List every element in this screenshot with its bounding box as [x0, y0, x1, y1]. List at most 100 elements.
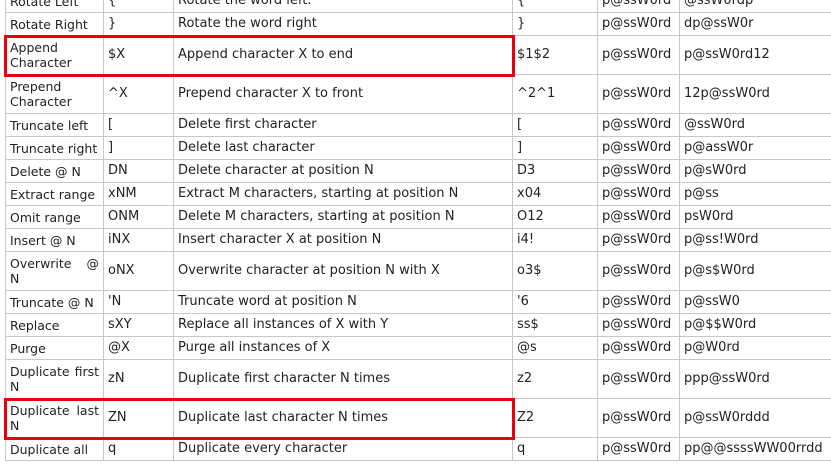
cell-example-rule: @s [512, 336, 598, 360]
cell-example-rule: } [512, 12, 598, 36]
cell-input-word: p@ssW0rd [597, 228, 680, 252]
cell-rule: sXY [103, 313, 174, 337]
cell-description: Replace all instances of X with Y [173, 313, 513, 337]
cell-description: Duplicate every character [173, 437, 513, 461]
cell-input-word: p@ssW0rd [597, 437, 680, 461]
cell-rule: xNM [103, 182, 174, 206]
cell-example-rule: Z2 [512, 398, 598, 438]
cell-description: Delete last character [173, 136, 513, 160]
cell-example-rule: [ [512, 113, 598, 137]
cell-rule: { [103, 0, 174, 13]
table-row: Truncate left [ Delete first character [… [5, 113, 831, 137]
cell-rule: DN [103, 159, 174, 183]
cell-description: Extract M characters, starting at positi… [173, 182, 513, 206]
cell-name: Duplicate last N [5, 398, 104, 438]
cell-output-word: p@s$W0rd [679, 251, 831, 291]
table-row: Replace sXY Replace all instances of X w… [5, 313, 831, 337]
cell-output-word: p@assW0r [679, 136, 831, 160]
table-row: Delete @ N DN Delete character at positi… [5, 159, 831, 183]
cell-output-word: p@sW0rd [679, 159, 831, 183]
table-row: Extract range xNM Extract M characters, … [5, 182, 831, 206]
cell-rule: 'N [103, 290, 174, 314]
table-row: Append Character $X Append character X t… [5, 35, 831, 75]
table-row: Prepend Character ^X Prepend character X… [5, 74, 831, 114]
cell-name: Truncate @ N [5, 290, 104, 314]
table-row: Purge @X Purge all instances of X @s p@s… [5, 336, 831, 360]
cell-name: Append Character [5, 35, 104, 75]
cell-example-rule: ^2^1 [512, 74, 598, 114]
table-row: Overwrite @ N oNX Overwrite character at… [5, 251, 831, 291]
cell-description: Rotate the word right [173, 12, 513, 36]
cell-description: Rotate the word left. [173, 0, 513, 13]
cell-input-word: p@ssW0rd [597, 12, 680, 36]
cell-example-rule: O12 [512, 205, 598, 229]
cell-example-rule: ss$ [512, 313, 598, 337]
table-row: Duplicate last N ZN Duplicate last chara… [5, 398, 831, 438]
cell-name: Replace [5, 313, 104, 337]
cell-output-word: p@ss!W0rd [679, 228, 831, 252]
table-row: Duplicate all q Duplicate every characte… [5, 437, 831, 461]
cell-input-word: p@ssW0rd [597, 313, 680, 337]
cell-input-word: p@ssW0rd [597, 205, 680, 229]
cell-description: Delete character at position N [173, 159, 513, 183]
cell-output-word: ppp@ssW0rd [679, 359, 831, 399]
cell-description: Delete M characters, starting at positio… [173, 205, 513, 229]
table-row: Rotate Right } Rotate the word right } p… [5, 12, 831, 36]
rules-table: Rotate Left { Rotate the word left. { p@… [5, 0, 831, 461]
cell-example-rule: i4! [512, 228, 598, 252]
cell-output-word: @ssW0rd [679, 113, 831, 137]
cell-output-word: pp@@ssssWW00rrdd [679, 437, 831, 461]
cell-name: Prepend Character [5, 74, 104, 114]
cell-rule: ONM [103, 205, 174, 229]
cell-example-rule: z2 [512, 359, 598, 399]
table-row: Omit range ONM Delete M characters, star… [5, 205, 831, 229]
cell-description: Duplicate last character N times [173, 398, 513, 438]
cell-output-word: p@ssW0 [679, 290, 831, 314]
cell-name: Rotate Left [5, 0, 104, 13]
cell-description: Insert character X at position N [173, 228, 513, 252]
cell-output-word: dp@ssW0r [679, 12, 831, 36]
cell-example-rule: x04 [512, 182, 598, 206]
cell-rule: iNX [103, 228, 174, 252]
cell-example-rule: q [512, 437, 598, 461]
cell-name: Delete @ N [5, 159, 104, 183]
cell-rule: @X [103, 336, 174, 360]
cell-name: Extract range [5, 182, 104, 206]
cell-example-rule: '6 [512, 290, 598, 314]
cell-input-word: p@ssW0rd [597, 398, 680, 438]
cell-input-word: p@ssW0rd [597, 251, 680, 291]
cell-output-word: p@ssW0rd12 [679, 35, 831, 75]
cell-description: Append character X to end [173, 35, 513, 75]
cell-description: Duplicate first character N times [173, 359, 513, 399]
cell-example-rule: D3 [512, 159, 598, 183]
cell-name: Duplicate all [5, 437, 104, 461]
cell-name: Purge [5, 336, 104, 360]
cell-description: Delete first character [173, 113, 513, 137]
cell-rule: ZN [103, 398, 174, 438]
cell-output-word: p@$$W0rd [679, 313, 831, 337]
table-row: Insert @ N iNX Insert character X at pos… [5, 228, 831, 252]
cell-output-word: p@W0rd [679, 336, 831, 360]
cell-name: Omit range [5, 205, 104, 229]
cell-input-word: p@ssW0rd [597, 290, 680, 314]
cell-description: Purge all instances of X [173, 336, 513, 360]
cell-description: Truncate word at position N [173, 290, 513, 314]
cell-example-rule: o3$ [512, 251, 598, 291]
cell-input-word: p@ssW0rd [597, 336, 680, 360]
cell-name: Overwrite @ N [5, 251, 104, 291]
cell-example-rule: ] [512, 136, 598, 160]
cell-rule: ^X [103, 74, 174, 114]
table-row: Truncate right ] Delete last character ]… [5, 136, 831, 160]
cell-rule: } [103, 12, 174, 36]
cell-rule: [ [103, 113, 174, 137]
cell-output-word: psW0rd [679, 205, 831, 229]
cell-name: Duplicate first N [5, 359, 104, 399]
cell-input-word: p@ssW0rd [597, 0, 680, 13]
cell-name: Truncate left [5, 113, 104, 137]
cell-input-word: p@ssW0rd [597, 359, 680, 399]
cell-output-word: p@ssW0rddd [679, 398, 831, 438]
cell-input-word: p@ssW0rd [597, 35, 680, 75]
cell-rule: oNX [103, 251, 174, 291]
cell-example-rule: $1$2 [512, 35, 598, 75]
cell-input-word: p@ssW0rd [597, 159, 680, 183]
